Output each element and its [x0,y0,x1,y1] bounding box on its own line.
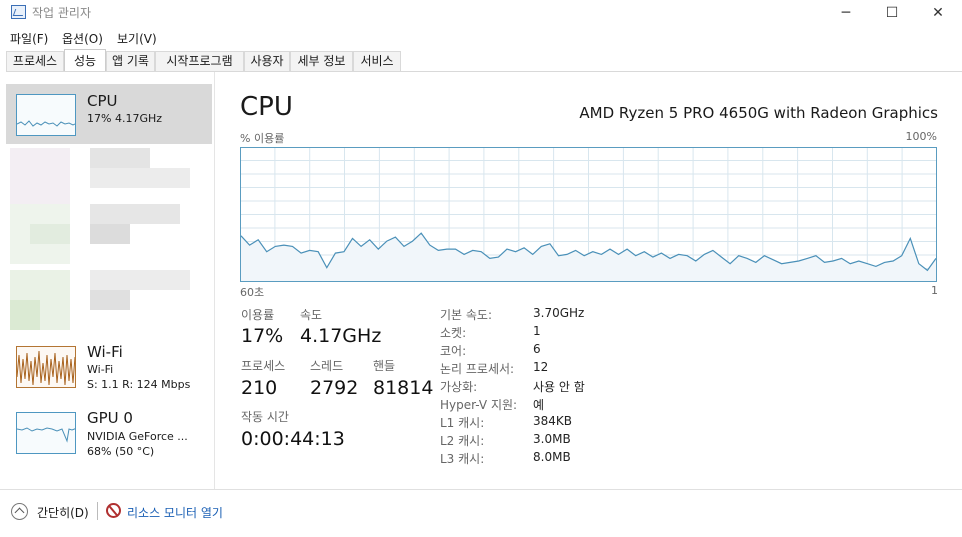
speed-label: 속도 [300,308,323,322]
resource-monitor-icon[interactable] [106,503,121,518]
tab-details[interactable]: 세부 정보 [290,51,353,71]
redacted-block [90,168,190,188]
sidebar-cpu-sub: 17% 4.17GHz [87,112,163,125]
cpu-usage-graph [240,147,937,282]
uptime-value: 0:00:44:13 [241,428,345,450]
utilization-value: 17% [241,325,284,347]
graph-y-label: % 이용률 [240,132,285,145]
sidebar-item-wifi[interactable]: Wi-Fi Wi-Fi S: 1.1 R: 124 Mbps [6,340,212,400]
redacted-sidebar-item [10,270,210,330]
tab-processes[interactable]: 프로세스 [6,51,64,71]
gpu-mini-graph-line [17,427,75,443]
spec-value-l1-cache: 384KB [533,414,573,428]
threads-value: 2792 [310,377,359,399]
graph-x-start-label: 60초 [240,286,265,299]
performance-sidebar: CPU 17% 4.17GHz Wi-Fi Wi-Fi S: 1.1 R: 12… [6,84,214,489]
spec-label-cores: 코어: [440,344,467,358]
page-title: CPU [240,92,293,122]
spec-value-sockets: 1 [533,324,541,338]
tab-users[interactable]: 사용자 [244,51,290,71]
sidebar-item-cpu[interactable]: CPU 17% 4.17GHz [6,84,212,144]
sidebar-divider [214,72,215,489]
wifi-mini-graph [16,346,76,388]
sidebar-cpu-title: CPU [87,92,118,110]
redacted-block [90,270,190,290]
redacted-sidebar-item [10,148,210,208]
redacted-block [90,224,130,244]
minimize-button[interactable]: ─ [823,0,869,26]
spec-value-l2-cache: 3.0MB [533,432,571,446]
spec-value-logical-processors: 12 [533,360,549,374]
spec-label-sockets: 소켓: [440,326,467,340]
redacted-block [90,290,130,310]
graph-y-max-label: 100% [905,130,937,143]
sidebar-gpu-sub2: 68% (50 °C) [87,445,155,458]
cpu-mini-graph [16,94,76,136]
tab-startup[interactable]: 시작프로그램 [155,51,244,71]
window-title: 작업 관리자 [32,6,92,20]
redacted-block [90,148,150,168]
handles-value: 81814 [373,377,434,399]
tab-services[interactable]: 서비스 [353,51,401,71]
spec-label-l3-cache: L3 캐시: [440,452,485,466]
graph-x-end-label: 1 [931,284,938,297]
sidebar-wifi-sub1: Wi-Fi [87,363,114,376]
spec-value-hyperv: 예 [533,398,545,412]
sidebar-wifi-title: Wi-Fi [87,343,123,361]
fewer-details-link[interactable]: 간단히(D) [37,504,89,521]
redacted-block [10,148,70,208]
menu-view[interactable]: 보기(V) [117,30,157,47]
spec-label-hyperv: Hyper-V 지원: [440,398,518,412]
tab-performance[interactable]: 성능 [64,49,106,72]
close-button[interactable]: ✕ [915,0,961,26]
open-resource-monitor-link[interactable]: 리소스 모니터 열기 [127,504,223,521]
sidebar-gpu-sub1: NVIDIA GeForce ... [87,430,188,443]
sidebar-item-gpu[interactable]: GPU 0 NVIDIA GeForce ... 68% (50 °C) [6,404,212,464]
spec-value-cores: 6 [533,342,541,356]
handles-label: 핸들 [373,359,396,373]
wifi-mini-graph-line [17,350,75,386]
gpu-mini-graph [16,412,76,454]
spec-label-l2-cache: L2 캐시: [440,434,485,448]
spec-label-logical-processors: 논리 프로세서: [440,362,515,376]
sidebar-wifi-sub2: S: 1.1 R: 124 Mbps [87,378,191,391]
spec-label-virtualization: 가상화: [440,380,478,394]
tab-app-history[interactable]: 앱 기록 [106,51,155,71]
footer-separator [97,502,98,520]
maximize-button[interactable]: ☐ [869,0,915,26]
redacted-sidebar-item [10,204,210,264]
uptime-label: 작동 시간 [241,410,289,424]
title-bar: 작업 관리자 ─ ☐ ✕ [0,0,962,26]
redacted-block [30,224,70,244]
utilization-label: 이용률 [241,308,275,322]
spec-label-base-speed: 기본 속도: [440,308,493,322]
menu-options[interactable]: 옵션(O) [62,30,103,47]
spec-label-l1-cache: L1 캐시: [440,416,485,430]
threads-label: 스레드 [310,359,344,373]
processes-label: 프로세스 [241,359,286,373]
cpu-mini-graph-line [17,120,75,127]
tab-divider [6,71,962,72]
redacted-block [90,204,180,224]
spec-value-l3-cache: 8.0MB [533,450,571,464]
spec-value-virtualization: 사용 안 함 [533,380,585,394]
redacted-block [10,300,40,330]
task-manager-icon [11,5,26,19]
menu-file[interactable]: 파일(F) [10,30,48,47]
speed-value: 4.17GHz [300,325,382,347]
processes-value: 210 [241,377,278,399]
cpu-model-name: AMD Ryzen 5 PRO 4650G with Radeon Graphi… [579,104,938,122]
sidebar-gpu-title: GPU 0 [87,409,133,427]
collapse-chevron-icon[interactable] [11,503,28,520]
footer-divider [0,489,962,490]
spec-value-base-speed: 3.70GHz [533,306,585,320]
